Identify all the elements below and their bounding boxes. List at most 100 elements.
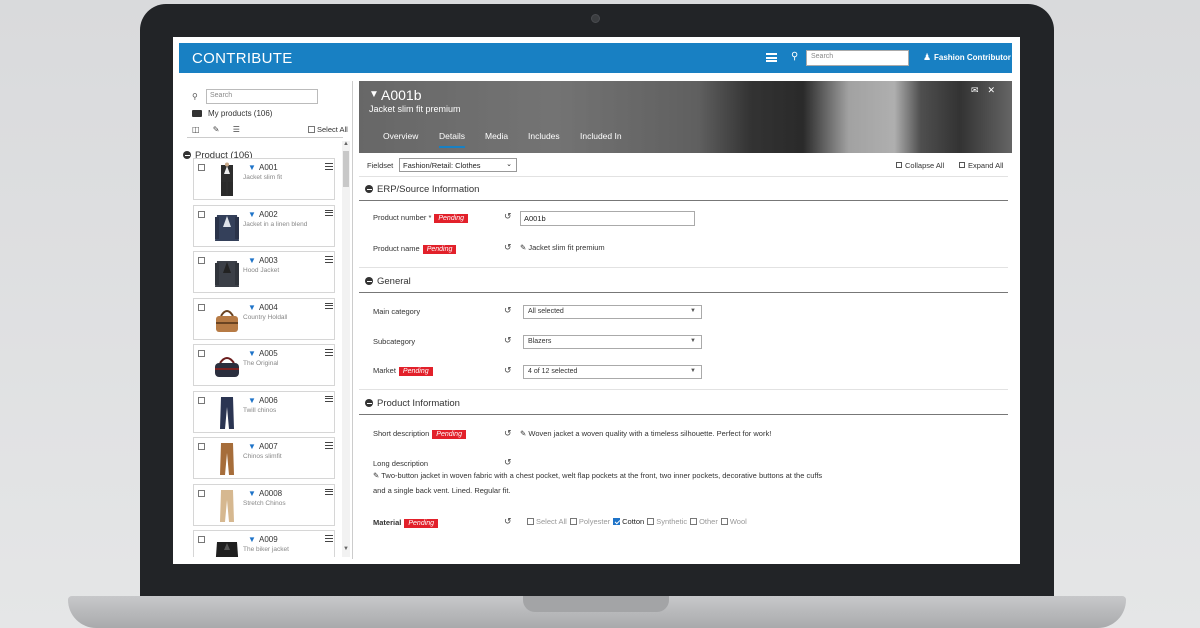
material-option[interactable]: Synthetic xyxy=(647,517,687,526)
user-menu[interactable]: Fashion Contributor xyxy=(934,53,1011,62)
product-card[interactable]: ▼ A005 The Original xyxy=(193,344,335,386)
label-text: Material xyxy=(373,518,402,527)
checkbox-icon[interactable] xyxy=(527,518,534,525)
card-menu-icon[interactable] xyxy=(325,209,333,218)
collapse-icon[interactable] xyxy=(365,185,373,193)
header-search-input[interactable]: Search xyxy=(806,50,909,66)
checkbox-icon[interactable] xyxy=(647,518,655,525)
section-info-header[interactable]: Product Information xyxy=(365,398,460,409)
card-menu-icon[interactable] xyxy=(325,488,333,497)
product-card[interactable]: ▼ A004 Country Holdall xyxy=(193,297,335,340)
scroll-up-icon[interactable]: ▲ xyxy=(343,141,349,147)
material-option[interactable]: Select All xyxy=(527,517,567,526)
material-option[interactable]: Cotton xyxy=(613,517,644,526)
tab-included-in[interactable]: Included In xyxy=(580,131,622,141)
label-text: Short description xyxy=(373,429,430,438)
market-label: Market Pending xyxy=(373,366,433,376)
collapse-all-button[interactable]: Collapse All xyxy=(896,161,944,170)
app-screen: CONTRIBUTE ⚲ Search ♟ Fashion Contributo… xyxy=(173,37,1020,564)
card-checkbox[interactable] xyxy=(198,396,205,404)
section-general-header[interactable]: General xyxy=(365,276,411,287)
card-checkbox[interactable] xyxy=(198,489,205,497)
tab-media[interactable]: Media xyxy=(485,131,508,141)
section-rule xyxy=(359,292,1008,293)
product-thumbnail xyxy=(212,534,242,557)
option-label: Cotton xyxy=(622,517,645,526)
product-number-input[interactable]: A001b xyxy=(520,211,695,226)
material-option[interactable]: Polyester xyxy=(569,517,610,526)
tab-overview[interactable]: Overview xyxy=(383,131,418,141)
card-checkbox[interactable] xyxy=(198,536,205,543)
history-icon[interactable]: ↺ xyxy=(504,211,512,222)
product-name-value[interactable]: ✎ Jacket slim fit premium xyxy=(520,243,605,252)
value-text: Jacket slim fit premium xyxy=(528,243,605,252)
expand-all-button[interactable]: Expand All xyxy=(959,161,1003,170)
scroll-thumb[interactable] xyxy=(343,151,349,187)
product-card[interactable]: ▼ A006 Twill chinos xyxy=(193,390,335,433)
checkbox-icon[interactable] xyxy=(690,518,698,525)
card-menu-icon[interactable] xyxy=(325,163,333,171)
card-menu-icon[interactable] xyxy=(325,442,333,450)
checkbox-icon[interactable] xyxy=(569,518,577,525)
select-value: 4 of 12 selected xyxy=(528,368,578,375)
material-option[interactable]: Other xyxy=(690,517,718,526)
section-title: General xyxy=(377,276,411,287)
card-menu-icon[interactable] xyxy=(325,256,333,264)
card-menu-icon[interactable] xyxy=(325,535,333,543)
history-icon[interactable]: ↺ xyxy=(504,457,512,468)
card-checkbox[interactable] xyxy=(198,164,205,171)
comment-icon[interactable]: ✉ xyxy=(971,85,979,95)
history-icon[interactable]: ↺ xyxy=(504,242,512,253)
checkbox-icon[interactable] xyxy=(720,518,728,525)
fieldset-select[interactable]: Fashion/Retail: Clothes ⌄ xyxy=(399,158,517,172)
sidebar-scrollbar[interactable]: ▲ ▼ xyxy=(342,141,350,557)
search-icon[interactable]: ⚲ xyxy=(791,51,798,62)
product-card[interactable]: ▼ A007 Chinos slimfit xyxy=(193,437,335,479)
scroll-down-icon[interactable]: ▼ xyxy=(343,546,349,552)
brand-title: CONTRIBUTE xyxy=(192,50,293,67)
main-category-select[interactable]: All selected ▼ xyxy=(523,305,702,319)
product-card[interactable]: ▼ A009 The biker jacket xyxy=(193,530,335,557)
product-sidebar: ⚲ Search My products (106) ◫ ✎ ☰ Select … xyxy=(179,81,353,559)
card-checkbox[interactable] xyxy=(198,257,205,264)
menu-icon[interactable] xyxy=(766,53,777,62)
product-card[interactable]: ▼ A003 Hood Jacket xyxy=(193,251,335,293)
tab-details[interactable]: Details xyxy=(439,131,465,148)
section-erp-header[interactable]: ERP/Source Information xyxy=(365,184,479,195)
material-option[interactable]: Wool xyxy=(720,517,747,526)
card-menu-icon[interactable] xyxy=(325,302,333,311)
market-select[interactable]: 4 of 12 selected ▼ xyxy=(523,365,702,379)
product-name: The Original xyxy=(243,360,279,367)
history-icon[interactable]: ↺ xyxy=(504,516,512,527)
long-description-value[interactable]: ✎ Two-button jacket in woven fabric with… xyxy=(373,468,853,498)
short-description-value[interactable]: ✎ Woven jacket a woven quality with a ti… xyxy=(520,429,771,438)
laptop-notch xyxy=(523,596,669,612)
card-menu-icon[interactable] xyxy=(325,349,333,357)
product-card[interactable]: ▼ A0008 Stretch Chinos xyxy=(193,483,335,526)
product-code: A005 xyxy=(259,349,278,358)
history-icon[interactable]: ↺ xyxy=(504,365,512,376)
product-thumbnail xyxy=(212,441,242,477)
collapse-icon[interactable] xyxy=(365,399,373,407)
history-icon[interactable]: ↺ xyxy=(504,428,512,439)
product-name: Twill chinos xyxy=(243,406,277,414)
product-thumbnail xyxy=(212,302,242,338)
tab-includes[interactable]: Includes xyxy=(528,131,560,141)
close-icon[interactable]: ✕ xyxy=(988,85,996,95)
card-checkbox[interactable] xyxy=(198,303,205,311)
card-menu-icon[interactable] xyxy=(325,395,333,404)
card-checkbox[interactable] xyxy=(198,443,205,450)
history-icon[interactable]: ↺ xyxy=(504,335,512,346)
checkbox-icon[interactable] xyxy=(613,518,621,525)
collapse-icon[interactable] xyxy=(365,277,373,285)
material-options: Select All Polyester Cotton Synthetic Other W… xyxy=(527,517,750,526)
main-category-label: Main category xyxy=(373,307,421,316)
history-icon[interactable]: ↺ xyxy=(504,305,512,316)
card-checkbox[interactable] xyxy=(198,210,205,218)
subcategory-select[interactable]: Blazers ▼ xyxy=(523,335,702,349)
card-checkbox[interactable] xyxy=(198,350,205,357)
product-card[interactable]: ▼ A001 Jacket slim fit xyxy=(193,158,335,200)
collapse-all-label: Collapse All xyxy=(905,161,945,170)
product-card[interactable]: ▼ A002 Jacket in a linen blend xyxy=(193,204,335,247)
tag-icon: ▼ xyxy=(248,535,256,544)
